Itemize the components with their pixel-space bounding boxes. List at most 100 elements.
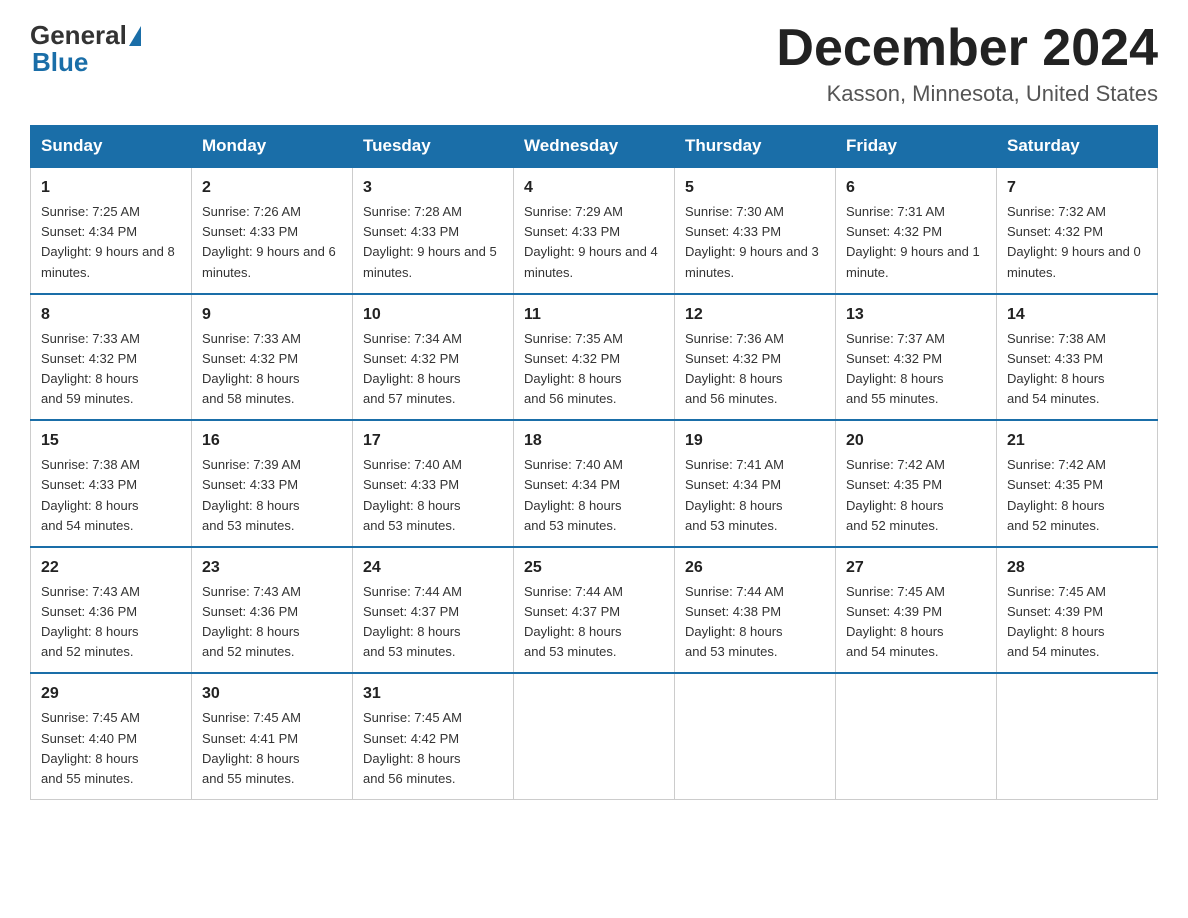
calendar-header-sunday: Sunday xyxy=(31,126,192,168)
logo-blue-text: Blue xyxy=(32,47,88,77)
day-info: Sunrise: 7:43 AMSunset: 4:36 PMDaylight:… xyxy=(202,584,301,659)
title-section: December 2024 Kasson, Minnesota, United … xyxy=(776,20,1158,107)
calendar-week-row: 22 Sunrise: 7:43 AMSunset: 4:36 PMDaylig… xyxy=(31,547,1158,674)
day-info: Sunrise: 7:40 AMSunset: 4:33 PMDaylight:… xyxy=(363,457,462,532)
day-info: Sunrise: 7:44 AMSunset: 4:37 PMDaylight:… xyxy=(524,584,623,659)
calendar-header-thursday: Thursday xyxy=(675,126,836,168)
day-number: 27 xyxy=(846,556,986,580)
day-info: Sunrise: 7:42 AMSunset: 4:35 PMDaylight:… xyxy=(846,457,945,532)
calendar-cell: 6 Sunrise: 7:31 AMSunset: 4:32 PMDayligh… xyxy=(836,167,997,294)
calendar-header-friday: Friday xyxy=(836,126,997,168)
day-number: 22 xyxy=(41,556,181,580)
calendar-cell: 23 Sunrise: 7:43 AMSunset: 4:36 PMDaylig… xyxy=(192,547,353,674)
calendar-cell xyxy=(675,673,836,799)
calendar-cell: 7 Sunrise: 7:32 AMSunset: 4:32 PMDayligh… xyxy=(997,167,1158,294)
day-number: 25 xyxy=(524,556,664,580)
calendar-cell xyxy=(836,673,997,799)
page-header: General Blue December 2024 Kasson, Minne… xyxy=(30,20,1158,107)
day-info: Sunrise: 7:28 AMSunset: 4:33 PMDaylight:… xyxy=(363,204,497,279)
day-info: Sunrise: 7:37 AMSunset: 4:32 PMDaylight:… xyxy=(846,331,945,406)
day-number: 3 xyxy=(363,176,503,200)
day-number: 11 xyxy=(524,303,664,327)
day-number: 16 xyxy=(202,429,342,453)
calendar-cell: 4 Sunrise: 7:29 AMSunset: 4:33 PMDayligh… xyxy=(514,167,675,294)
day-info: Sunrise: 7:30 AMSunset: 4:33 PMDaylight:… xyxy=(685,204,819,279)
day-number: 10 xyxy=(363,303,503,327)
day-number: 31 xyxy=(363,682,503,706)
calendar-cell: 13 Sunrise: 7:37 AMSunset: 4:32 PMDaylig… xyxy=(836,294,997,421)
calendar-cell xyxy=(997,673,1158,799)
calendar-week-row: 29 Sunrise: 7:45 AMSunset: 4:40 PMDaylig… xyxy=(31,673,1158,799)
calendar-cell: 1 Sunrise: 7:25 AMSunset: 4:34 PMDayligh… xyxy=(31,167,192,294)
day-info: Sunrise: 7:42 AMSunset: 4:35 PMDaylight:… xyxy=(1007,457,1106,532)
calendar-cell: 8 Sunrise: 7:33 AMSunset: 4:32 PMDayligh… xyxy=(31,294,192,421)
calendar-week-row: 15 Sunrise: 7:38 AMSunset: 4:33 PMDaylig… xyxy=(31,420,1158,547)
day-info: Sunrise: 7:35 AMSunset: 4:32 PMDaylight:… xyxy=(524,331,623,406)
calendar-cell: 12 Sunrise: 7:36 AMSunset: 4:32 PMDaylig… xyxy=(675,294,836,421)
calendar-header-saturday: Saturday xyxy=(997,126,1158,168)
day-number: 1 xyxy=(41,176,181,200)
day-info: Sunrise: 7:45 AMSunset: 4:40 PMDaylight:… xyxy=(41,710,140,785)
calendar-cell: 3 Sunrise: 7:28 AMSunset: 4:33 PMDayligh… xyxy=(353,167,514,294)
calendar-cell: 16 Sunrise: 7:39 AMSunset: 4:33 PMDaylig… xyxy=(192,420,353,547)
day-number: 23 xyxy=(202,556,342,580)
day-info: Sunrise: 7:44 AMSunset: 4:37 PMDaylight:… xyxy=(363,584,462,659)
day-number: 2 xyxy=(202,176,342,200)
day-info: Sunrise: 7:41 AMSunset: 4:34 PMDaylight:… xyxy=(685,457,784,532)
logo-triangle-icon xyxy=(129,26,141,46)
calendar-cell: 24 Sunrise: 7:44 AMSunset: 4:37 PMDaylig… xyxy=(353,547,514,674)
day-info: Sunrise: 7:39 AMSunset: 4:33 PMDaylight:… xyxy=(202,457,301,532)
calendar-cell: 28 Sunrise: 7:45 AMSunset: 4:39 PMDaylig… xyxy=(997,547,1158,674)
calendar-cell: 15 Sunrise: 7:38 AMSunset: 4:33 PMDaylig… xyxy=(31,420,192,547)
calendar-cell: 17 Sunrise: 7:40 AMSunset: 4:33 PMDaylig… xyxy=(353,420,514,547)
logo: General Blue xyxy=(30,20,143,78)
day-number: 13 xyxy=(846,303,986,327)
day-number: 5 xyxy=(685,176,825,200)
day-number: 26 xyxy=(685,556,825,580)
day-info: Sunrise: 7:36 AMSunset: 4:32 PMDaylight:… xyxy=(685,331,784,406)
day-number: 24 xyxy=(363,556,503,580)
calendar-header-tuesday: Tuesday xyxy=(353,126,514,168)
day-number: 17 xyxy=(363,429,503,453)
calendar-week-row: 1 Sunrise: 7:25 AMSunset: 4:34 PMDayligh… xyxy=(31,167,1158,294)
day-number: 7 xyxy=(1007,176,1147,200)
day-info: Sunrise: 7:45 AMSunset: 4:41 PMDaylight:… xyxy=(202,710,301,785)
day-info: Sunrise: 7:31 AMSunset: 4:32 PMDaylight:… xyxy=(846,204,980,279)
calendar-header-monday: Monday xyxy=(192,126,353,168)
calendar-cell: 20 Sunrise: 7:42 AMSunset: 4:35 PMDaylig… xyxy=(836,420,997,547)
day-number: 9 xyxy=(202,303,342,327)
day-number: 14 xyxy=(1007,303,1147,327)
day-number: 19 xyxy=(685,429,825,453)
calendar-cell: 10 Sunrise: 7:34 AMSunset: 4:32 PMDaylig… xyxy=(353,294,514,421)
day-number: 30 xyxy=(202,682,342,706)
day-info: Sunrise: 7:38 AMSunset: 4:33 PMDaylight:… xyxy=(1007,331,1106,406)
day-info: Sunrise: 7:34 AMSunset: 4:32 PMDaylight:… xyxy=(363,331,462,406)
day-info: Sunrise: 7:29 AMSunset: 4:33 PMDaylight:… xyxy=(524,204,658,279)
day-info: Sunrise: 7:33 AMSunset: 4:32 PMDaylight:… xyxy=(41,331,140,406)
day-info: Sunrise: 7:26 AMSunset: 4:33 PMDaylight:… xyxy=(202,204,336,279)
calendar-week-row: 8 Sunrise: 7:33 AMSunset: 4:32 PMDayligh… xyxy=(31,294,1158,421)
day-number: 20 xyxy=(846,429,986,453)
calendar-cell xyxy=(514,673,675,799)
day-number: 28 xyxy=(1007,556,1147,580)
day-number: 6 xyxy=(846,176,986,200)
day-info: Sunrise: 7:44 AMSunset: 4:38 PMDaylight:… xyxy=(685,584,784,659)
day-info: Sunrise: 7:45 AMSunset: 4:39 PMDaylight:… xyxy=(1007,584,1106,659)
location-title: Kasson, Minnesota, United States xyxy=(776,81,1158,107)
calendar-cell: 25 Sunrise: 7:44 AMSunset: 4:37 PMDaylig… xyxy=(514,547,675,674)
day-info: Sunrise: 7:45 AMSunset: 4:39 PMDaylight:… xyxy=(846,584,945,659)
day-info: Sunrise: 7:33 AMSunset: 4:32 PMDaylight:… xyxy=(202,331,301,406)
calendar-cell: 26 Sunrise: 7:44 AMSunset: 4:38 PMDaylig… xyxy=(675,547,836,674)
day-number: 18 xyxy=(524,429,664,453)
day-info: Sunrise: 7:40 AMSunset: 4:34 PMDaylight:… xyxy=(524,457,623,532)
calendar-table: SundayMondayTuesdayWednesdayThursdayFrid… xyxy=(30,125,1158,800)
day-info: Sunrise: 7:25 AMSunset: 4:34 PMDaylight:… xyxy=(41,204,175,279)
calendar-cell: 2 Sunrise: 7:26 AMSunset: 4:33 PMDayligh… xyxy=(192,167,353,294)
calendar-cell: 11 Sunrise: 7:35 AMSunset: 4:32 PMDaylig… xyxy=(514,294,675,421)
calendar-cell: 14 Sunrise: 7:38 AMSunset: 4:33 PMDaylig… xyxy=(997,294,1158,421)
day-number: 21 xyxy=(1007,429,1147,453)
day-number: 15 xyxy=(41,429,181,453)
day-number: 29 xyxy=(41,682,181,706)
calendar-cell: 19 Sunrise: 7:41 AMSunset: 4:34 PMDaylig… xyxy=(675,420,836,547)
calendar-cell: 30 Sunrise: 7:45 AMSunset: 4:41 PMDaylig… xyxy=(192,673,353,799)
